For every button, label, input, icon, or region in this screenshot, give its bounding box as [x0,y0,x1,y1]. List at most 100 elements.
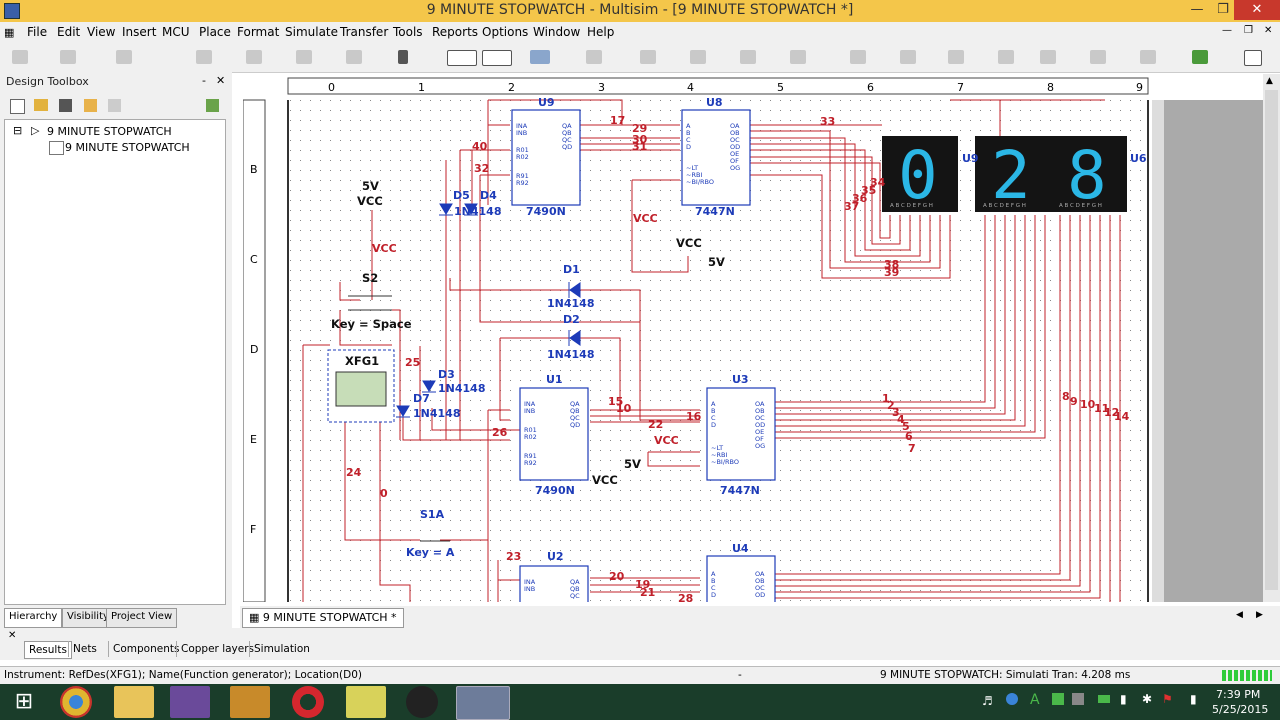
menu-insert[interactable]: Insert [122,25,156,39]
component-icon[interactable] [196,50,212,64]
a-tray-icon[interactable]: A [1030,692,1040,708]
svg-text:1N4148: 1N4148 [413,407,460,420]
step-icon[interactable] [447,50,477,66]
zoom-icon[interactable] [530,50,550,64]
menu-file[interactable]: File [27,25,47,39]
tray-icon-2[interactable] [1052,693,1064,705]
menu-view[interactable]: View [87,25,115,39]
tab-results[interactable]: Results [24,641,72,659]
save-icon[interactable] [59,99,72,112]
probe-icon[interactable] [586,50,602,64]
tray-icon-3[interactable] [1072,693,1084,705]
instrument-icon-10[interactable] [1090,50,1106,64]
svg-text:D4: D4 [480,189,497,202]
wizard-icon[interactable] [1192,50,1208,64]
file-explorer-icon[interactable] [114,686,154,718]
menu-edit[interactable]: Edit [57,25,80,39]
menu-tools[interactable]: Tools [393,25,423,39]
instrument-icon-4[interactable] [790,50,806,64]
expand-icon[interactable]: ⊟ [13,124,22,137]
vertical-scrollbar[interactable]: ▲ [1263,74,1280,602]
place-wire-icon[interactable] [116,50,132,64]
clock-date[interactable]: 5/25/2015 [1212,703,1268,716]
mdi-minimize-button[interactable]: — [1222,25,1232,36]
instrument-icon-5[interactable] [850,50,866,64]
menu-icon[interactable]: ▦ [4,26,14,39]
source-icon[interactable] [246,50,262,64]
start-button[interactable]: ⊞ [4,686,44,718]
tab-components[interactable]: Components [108,641,183,657]
instrument-icon-1[interactable] [640,50,656,64]
menu-help[interactable]: Help [587,25,614,39]
tab-copper-layers[interactable]: Copper layers [176,641,258,657]
scroll-left-icon[interactable]: ◀ [1236,610,1243,620]
instrument-icon-9[interactable] [1040,50,1056,64]
tab-project-view[interactable]: Project View [106,608,178,628]
battery-icon[interactable]: ▮ [1190,692,1197,706]
volume-icon[interactable]: ♬ [982,694,993,708]
opera-icon[interactable] [292,686,324,718]
svg-text:7490N: 7490N [526,205,566,218]
menu-reports[interactable]: Reports [432,25,478,39]
svg-text:32: 32 [474,162,489,175]
instrument-icon-2[interactable] [690,50,706,64]
clock-time[interactable]: 7:39 PM [1216,688,1260,701]
open-icon[interactable] [34,99,48,111]
tree-root-item[interactable]: 9 MINUTE STOPWATCH [47,125,172,138]
svg-text:U1: U1 [546,373,563,386]
instrument-icon-3[interactable] [740,50,756,64]
scroll-up-icon[interactable]: ▲ [1266,76,1273,86]
layout-icon[interactable] [1244,50,1262,66]
menu-place[interactable]: Place [199,25,231,39]
menu-format[interactable]: Format [237,25,279,39]
scroll-thumb[interactable] [1265,90,1278,590]
network-globe-icon[interactable] [1006,693,1018,705]
toolbox-close-button[interactable]: ✕ [216,74,225,87]
menu-mcu[interactable]: MCU [162,25,190,39]
tab-nets[interactable]: Nets [68,641,101,657]
multisim-task-icon[interactable] [456,686,510,720]
toolbox-minimize-button[interactable]: - [202,74,206,87]
delete-icon[interactable] [108,99,121,112]
pause-icon[interactable] [482,50,512,66]
refresh-icon[interactable] [206,99,219,112]
ruler-left-label: D [250,343,258,356]
notes-icon[interactable] [346,686,386,718]
svg-text:OG: OG [755,442,765,450]
run-icon[interactable] [398,50,408,64]
pane-close-button[interactable]: ✕ [8,630,16,641]
visual-studio-icon[interactable] [170,686,210,718]
menu-window[interactable]: Window [533,25,580,39]
scroll-right-icon[interactable]: ▶ [1256,610,1263,620]
tab-schematic[interactable]: ▦ 9 MINUTE STOPWATCH * [242,608,404,628]
tree-child-item[interactable]: 9 MINUTE STOPWATCH [65,141,190,154]
obs-icon[interactable] [406,686,438,718]
svg-text:26: 26 [492,426,508,439]
close-button[interactable]: ✕ [1234,0,1280,20]
tab-hierarchy[interactable]: Hierarchy [4,608,63,628]
new-icon[interactable] [10,99,25,114]
menu-transfer[interactable]: Transfer [340,25,388,39]
svg-text:R92: R92 [516,179,529,187]
mdi-close-button[interactable]: ✕ [1264,25,1272,36]
nvidia-icon[interactable] [1098,695,1110,703]
mdi-restore-button[interactable]: ❐ [1244,25,1253,36]
basic-icon[interactable] [296,50,312,64]
redo-icon[interactable] [60,50,76,64]
app-icon-4[interactable] [230,686,270,718]
menu-options[interactable]: Options [482,25,528,39]
chrome-icon[interactable] [60,686,92,718]
schematic-canvas[interactable]: 0 1 2 3 4 5 6 7 8 9 B C D E F INA INB R0… [243,74,1263,602]
diode-icon[interactable] [346,50,362,64]
menu-simulate[interactable]: Simulate [285,25,338,39]
undo-icon[interactable] [12,50,28,64]
instrument-icon-6[interactable] [900,50,916,64]
signal-icon[interactable]: ▮ [1120,692,1127,706]
tab-simulation[interactable]: Simulation [249,641,314,657]
instrument-icon-8[interactable] [998,50,1014,64]
instrument-icon-11[interactable] [1140,50,1156,64]
bluetooth-icon[interactable]: ✱ [1142,692,1152,706]
instrument-icon-7[interactable] [948,50,964,64]
new-folder-icon[interactable] [84,99,97,112]
flag-icon[interactable]: ⚑ [1162,692,1173,706]
